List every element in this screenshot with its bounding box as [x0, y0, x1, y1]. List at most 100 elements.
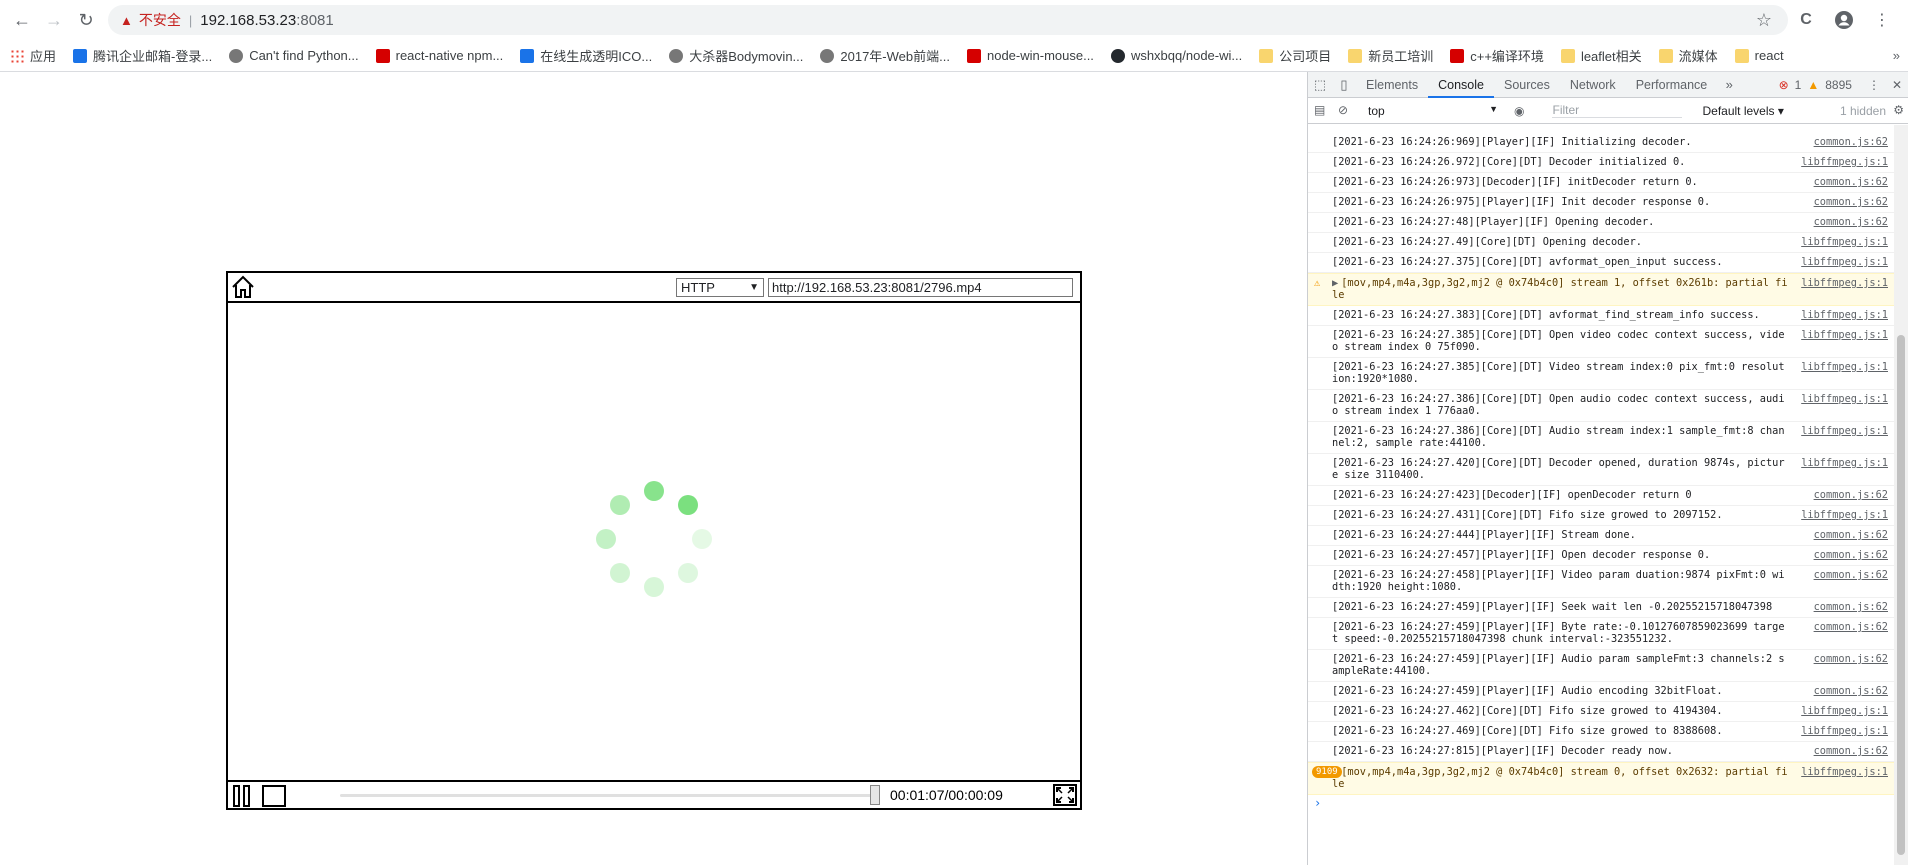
source-link[interactable]: libffmpeg.js:1	[1801, 393, 1888, 405]
console-prompt[interactable]: ›	[1308, 795, 1894, 811]
source-link[interactable]: libffmpeg.js:1	[1801, 236, 1888, 248]
source-link[interactable]: common.js:62	[1814, 176, 1888, 188]
bookmark-item[interactable]: react-native npm...	[375, 48, 503, 63]
pause-icon[interactable]	[232, 785, 252, 807]
source-link[interactable]: common.js:62	[1814, 601, 1888, 613]
gear-icon[interactable]: ⚙	[1893, 103, 1904, 117]
extension-icon[interactable]: C	[1794, 8, 1818, 32]
bookmark-label: 腾讯企业邮箱-登录...	[93, 49, 213, 64]
device-toolbar-icon[interactable]: ▯	[1332, 72, 1356, 98]
sidebar-toggle-icon[interactable]: ▤	[1314, 103, 1325, 117]
source-link[interactable]: libffmpeg.js:1	[1801, 725, 1888, 737]
console-message: [2021-6-23 16:24:27.375][Core][DT] avfor…	[1308, 253, 1894, 273]
stop-icon[interactable]	[262, 785, 286, 807]
bookmark-item[interactable]: react	[1734, 48, 1784, 63]
progress-track[interactable]	[340, 794, 876, 797]
log-levels-select[interactable]: Default levels ▾	[1702, 104, 1783, 118]
source-link[interactable]: libffmpeg.js:1	[1801, 457, 1888, 469]
console-scrollbar[interactable]	[1894, 125, 1908, 865]
bookmark-item[interactable]: 公司项目	[1259, 46, 1331, 65]
message-text: [2021-6-23 16:24:26:969][Player][IF] Ini…	[1332, 136, 1692, 148]
message-text: [2021-6-23 16:24:27:423][Decoder][IF] op…	[1332, 489, 1692, 501]
source-link[interactable]: common.js:62	[1814, 529, 1888, 541]
console-filter-input[interactable]: Filter	[1552, 103, 1683, 118]
message-text: [2021-6-23 16:24:27:457][Player][IF] Ope…	[1332, 549, 1711, 561]
source-link[interactable]: libffmpeg.js:1	[1801, 509, 1888, 521]
profile-icon[interactable]	[1832, 8, 1856, 32]
bookmark-item[interactable]: 流媒体	[1658, 46, 1718, 65]
source-link[interactable]: libffmpeg.js:1	[1801, 766, 1888, 778]
more-tabs-icon[interactable]: »	[1717, 72, 1741, 98]
more-bookmarks-icon[interactable]: »	[1893, 48, 1900, 63]
source-link[interactable]: common.js:62	[1814, 745, 1888, 757]
tab-performance[interactable]: Performance	[1626, 72, 1718, 98]
message-text: [2021-6-23 16:24:27.385][Core][DT] Open …	[1332, 329, 1785, 353]
progress-thumb[interactable]	[870, 785, 880, 805]
inspect-icon[interactable]: ⬚	[1308, 72, 1332, 98]
bookmark-item[interactable]: c++编译环境	[1450, 46, 1544, 65]
address-bar[interactable]: ▲ 不安全 | 192.168.53.23:8081 ☆	[108, 5, 1788, 35]
source-link[interactable]: common.js:62	[1814, 621, 1888, 633]
video-player: HTTP ▼ http://192.168.53.23:8081/2796.mp4…	[226, 271, 1082, 810]
spinner-dot	[644, 481, 664, 501]
source-link[interactable]: libffmpeg.js:1	[1801, 705, 1888, 717]
source-link[interactable]: libffmpeg.js:1	[1801, 425, 1888, 437]
forward-icon[interactable]: →	[40, 6, 68, 34]
protocol-select[interactable]: HTTP ▼	[676, 278, 764, 297]
source-link[interactable]: common.js:62	[1814, 136, 1888, 148]
folder-icon	[1348, 48, 1363, 63]
source-link[interactable]: libffmpeg.js:1	[1801, 277, 1888, 289]
bookmark-item[interactable]: node-win-mouse...	[966, 48, 1094, 63]
bookmark-item[interactable]: wshxbqq/node-wi...	[1110, 48, 1242, 63]
clear-console-icon[interactable]: ⊘	[1338, 103, 1348, 117]
source-link[interactable]: common.js:62	[1814, 549, 1888, 561]
bookmark-item[interactable]: Can't find Python...	[229, 48, 359, 63]
close-icon[interactable]: ✕	[1892, 78, 1902, 92]
source-link[interactable]: common.js:62	[1814, 196, 1888, 208]
bookmark-item[interactable]: 2017年-Web前端...	[820, 46, 950, 65]
source-link[interactable]: libffmpeg.js:1	[1801, 156, 1888, 168]
github-icon	[1110, 48, 1125, 63]
back-icon[interactable]: ←	[8, 6, 36, 34]
tab-network[interactable]: Network	[1560, 72, 1626, 98]
message-text: [2021-6-23 16:24:27:815][Player][IF] Dec…	[1332, 745, 1673, 757]
console-message: [2021-6-23 16:24:26:973][Decoder][IF] in…	[1308, 173, 1894, 193]
bookmark-item[interactable]: 在线生成透明ICO...	[520, 46, 652, 65]
source-link[interactable]: common.js:62	[1814, 216, 1888, 228]
source-link[interactable]: common.js:62	[1814, 569, 1888, 581]
bookmark-item[interactable]: 大杀器Bodymovin...	[669, 46, 803, 65]
reload-icon[interactable]: ↻	[72, 6, 100, 34]
bookmark-item[interactable]: 新员工培训	[1348, 46, 1433, 65]
fullscreen-icon[interactable]	[1053, 784, 1077, 806]
source-link[interactable]: common.js:62	[1814, 653, 1888, 665]
settings-menu-icon[interactable]: ⋮	[1868, 78, 1880, 92]
expand-triangle-icon[interactable]: ▶	[1332, 277, 1338, 289]
bookmark-item[interactable]: 腾讯企业邮箱-登录...	[73, 46, 212, 65]
eye-icon[interactable]: ◉	[1514, 104, 1524, 118]
bookmark-item[interactable]: leaflet相关	[1560, 46, 1642, 65]
console-message: [2021-6-23 16:24:26.972][Core][DT] Decod…	[1308, 153, 1894, 173]
message-text: [2021-6-23 16:24:27.462][Core][DT] Fifo …	[1332, 705, 1723, 717]
menu-icon[interactable]: ⋮	[1870, 8, 1894, 32]
stream-url-input[interactable]: http://192.168.53.23:8081/2796.mp4	[768, 278, 1073, 297]
time-display: 00:01:07/00:00:09	[890, 787, 1003, 803]
bookmark-star-icon[interactable]: ☆	[1756, 10, 1772, 31]
source-link[interactable]: libffmpeg.js:1	[1801, 256, 1888, 268]
issue-badges[interactable]: ⊗ 1 ▲ 8895 ⋮ ✕	[1779, 78, 1908, 92]
source-link[interactable]: common.js:62	[1814, 489, 1888, 501]
source-link[interactable]: common.js:62	[1814, 685, 1888, 697]
home-icon[interactable]	[229, 274, 257, 300]
tab-elements[interactable]: Elements	[1356, 72, 1428, 98]
spinner-dot	[610, 495, 630, 515]
source-link[interactable]: libffmpeg.js:1	[1801, 329, 1888, 341]
tab-sources[interactable]: Sources	[1494, 72, 1560, 98]
tab-console[interactable]: Console	[1428, 72, 1494, 98]
context-select[interactable]: top ▼	[1368, 104, 1498, 118]
video-area[interactable]	[228, 303, 1080, 780]
bookmark-item[interactable]: 应用	[10, 46, 56, 65]
source-link[interactable]: libffmpeg.js:1	[1801, 309, 1888, 321]
source-link[interactable]: libffmpeg.js:1	[1801, 361, 1888, 373]
scrollbar-thumb[interactable]	[1897, 335, 1905, 855]
message-text: [2021-6-23 16:24:27.383][Core][DT] avfor…	[1332, 309, 1760, 321]
console-message: [2021-6-23 16:24:27:423][Decoder][IF] op…	[1308, 486, 1894, 506]
